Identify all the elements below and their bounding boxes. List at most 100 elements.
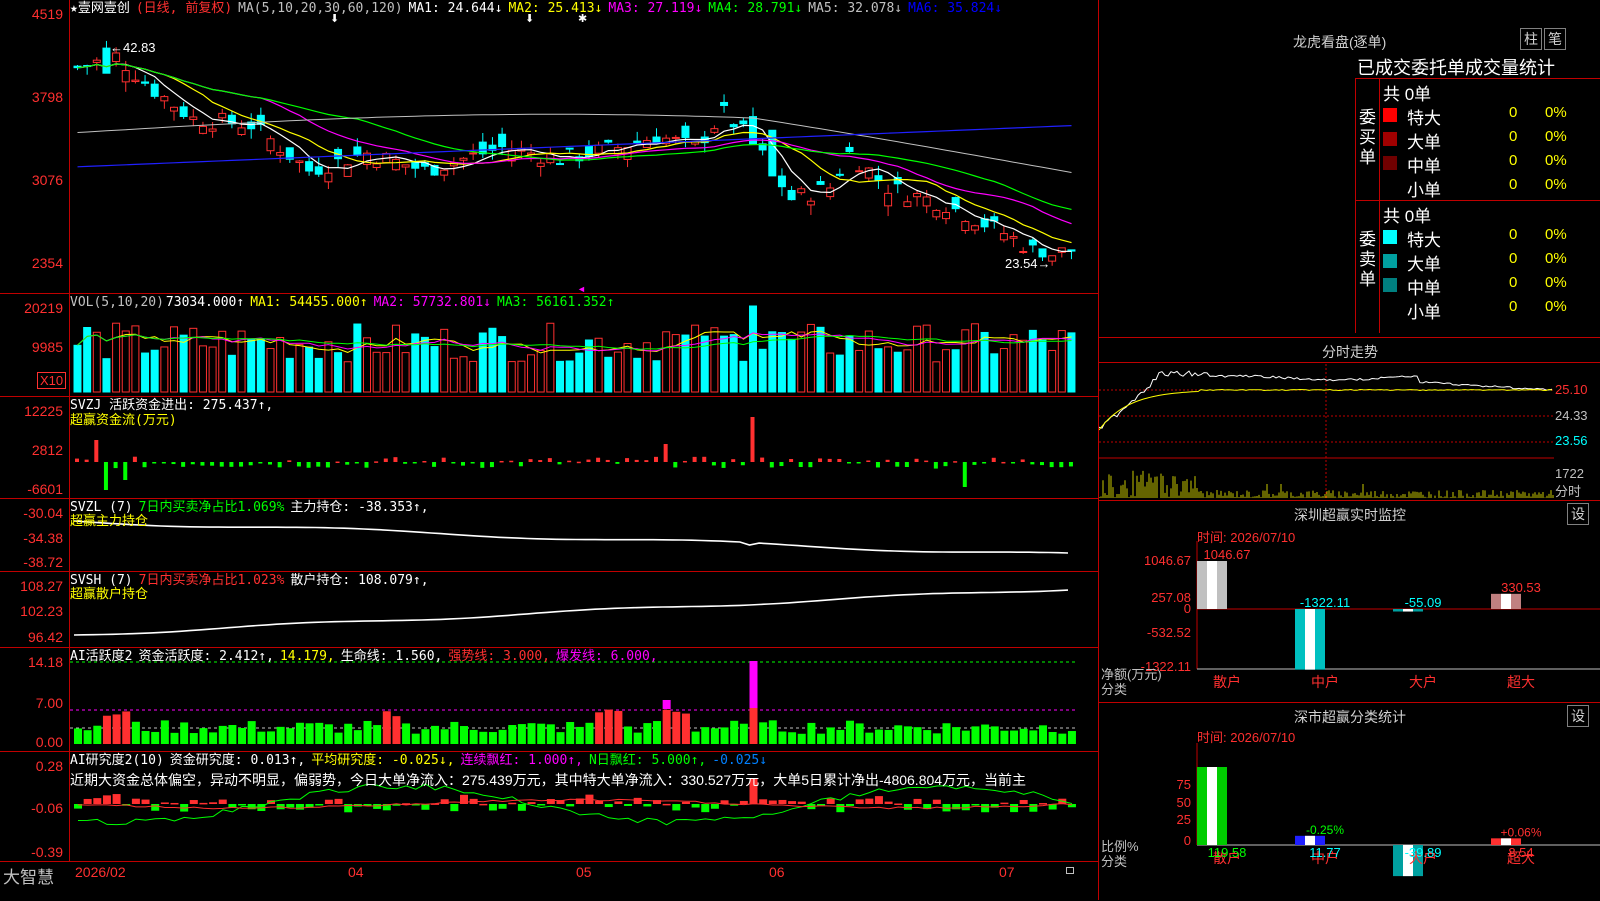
fund-flow-bar: [682, 460, 687, 463]
candle: [218, 112, 227, 119]
fund-flow-bar: [953, 461, 958, 463]
candle: [806, 200, 815, 206]
lock-icon[interactable]: [1066, 867, 1074, 874]
candle: [276, 152, 285, 156]
intraday-panel[interactable]: 分时走势 25.10 24.33 23.56 1722 分时: [1099, 338, 1600, 500]
activity-bar: [952, 727, 961, 744]
candle: [1009, 236, 1018, 239]
volume-bar: [720, 335, 729, 393]
fund-flow-bar: [441, 457, 446, 462]
kline-chart-area[interactable]: 4519 3798 3076 2354 ⬇ ⬇ ✱ ◄ ★壹网壹创 (日线, 前复权) M…: [0, 0, 1098, 900]
fund-flow-bar: [789, 459, 794, 462]
fund-flow-bar: [567, 460, 572, 463]
fund-flow-bar: [856, 462, 861, 464]
volume-bar: [710, 327, 719, 393]
holding-line: [73, 589, 1069, 636]
research-bar: [479, 803, 488, 806]
order-percent: 0%: [1545, 298, 1567, 315]
activity-bar: [112, 714, 121, 744]
volume-bar: [1067, 332, 1076, 393]
order-row: 特大 0 0%: [1383, 104, 1600, 128]
candle: [141, 81, 150, 84]
candle: [198, 125, 207, 134]
svzl-legend-row2: 超赢主力持仓: [70, 513, 154, 531]
research-bar: [981, 804, 990, 813]
candle: [160, 96, 169, 102]
candle: [961, 221, 970, 231]
ai-research-pane[interactable]: 0.28 -0.06 -0.39 AI研究度2(10) 资金研究度: 0.013↑…: [0, 752, 1098, 862]
volume-bar: [179, 334, 188, 393]
fund-flow-bar: [219, 462, 224, 467]
svsh-pane[interactable]: 108.27 102.23 96.42 SVSH (7) 7日内买卖净占比1.02…: [0, 572, 1098, 648]
vol-ma2: MA2: 57732.801↓: [373, 295, 492, 310]
research-bar: [624, 804, 633, 806]
activity-bar: [1019, 728, 1028, 744]
research-bar: [93, 798, 102, 804]
research-bar: [189, 800, 198, 804]
intraday-tick: 23.56: [1555, 433, 1588, 448]
activity-bar: [730, 720, 739, 744]
category-bar-highlight: [1305, 609, 1315, 670]
fund-flow-bar: [740, 462, 745, 466]
volume-pane[interactable]: 20219 9985 X10 VOL(5,10,20) 73034.000↑ MA1…: [0, 294, 1098, 397]
research-bar: [112, 794, 121, 804]
intraday-chart[interactable]: [1099, 338, 1600, 500]
order-color-swatch: [1383, 108, 1397, 122]
volume-bar: [295, 344, 304, 393]
activity-bar: [74, 728, 82, 744]
activity-bar: [160, 720, 169, 744]
activity-bar: [305, 723, 314, 744]
volume-bar: [787, 338, 796, 393]
candle: [671, 136, 680, 139]
fund-flow-bar: [1068, 462, 1073, 467]
research-avg-line: [77, 798, 1073, 810]
fund-flow-bar: [345, 462, 350, 465]
fund-flow-bar: [654, 456, 658, 462]
candle: [353, 146, 362, 156]
research-bar: [1010, 804, 1019, 813]
ai-active-pane[interactable]: 14.18 7.00 0.00 AI活跃度2 资金活跃度: 2.412↑, 14.1…: [0, 648, 1098, 752]
research-bar: [604, 804, 613, 808]
ma-line: [77, 63, 1072, 225]
category-label: 中户: [1311, 674, 1339, 690]
fund-flow-bar: [586, 459, 591, 462]
svzl-pane[interactable]: -30.04 -34.38 -38.72 SVZL (7) 7日内买卖净占比1.0…: [0, 499, 1098, 572]
fund-flow-bar: [779, 462, 784, 467]
activity-bar: [498, 729, 507, 744]
svzj-pane[interactable]: 12225 2812 -6601 SVZJ 活跃资金进出: 275.437↑, …: [0, 397, 1098, 499]
candle: [102, 47, 111, 74]
bar-view-button[interactable]: 柱: [1520, 28, 1542, 50]
candle: [266, 138, 275, 152]
fund-flow-bar: [557, 462, 562, 465]
stock-name: 壹网壹创: [77, 1, 130, 16]
volume-bar: [449, 357, 458, 393]
candle: [951, 197, 960, 210]
candle: [314, 166, 323, 175]
volume-bar: [613, 351, 622, 393]
candle: [604, 139, 613, 143]
activity-bar: [189, 733, 198, 744]
order-count: 0: [1509, 128, 1518, 145]
activity-bar: [180, 722, 189, 744]
candlestick-chart[interactable]: ⬇ ⬇ ✱◄: [0, 0, 1098, 294]
activity-bar: [846, 720, 854, 744]
activity-bar: [990, 726, 999, 744]
research-bar: [855, 799, 864, 804]
order-label: 特大: [1407, 109, 1441, 128]
research-bar: [508, 802, 517, 805]
price-line: [1099, 370, 1553, 429]
fund-flow-bar: [1040, 462, 1044, 466]
research-bar: [797, 801, 806, 804]
activity-bar: [537, 723, 546, 744]
brand-logo: 大智慧: [3, 868, 54, 887]
research-bar: [884, 801, 893, 804]
tick-view-button[interactable]: 笔: [1544, 28, 1566, 50]
svzl-legend-b: 7日内买卖净占比1.069%: [138, 500, 285, 515]
price-pane[interactable]: 4519 3798 3076 2354 ⬇ ⬇ ✱ ◄ ★壹网壹创 (日线, 前复权) M…: [0, 0, 1098, 294]
order-row: 中单 0 0%: [1383, 152, 1600, 176]
activity-bar: [517, 724, 526, 744]
y-tick: 1046.67: [1144, 553, 1191, 568]
research-bar: [788, 801, 797, 804]
fund-flow-bar: [615, 462, 620, 464]
activity-bar: [710, 728, 719, 744]
